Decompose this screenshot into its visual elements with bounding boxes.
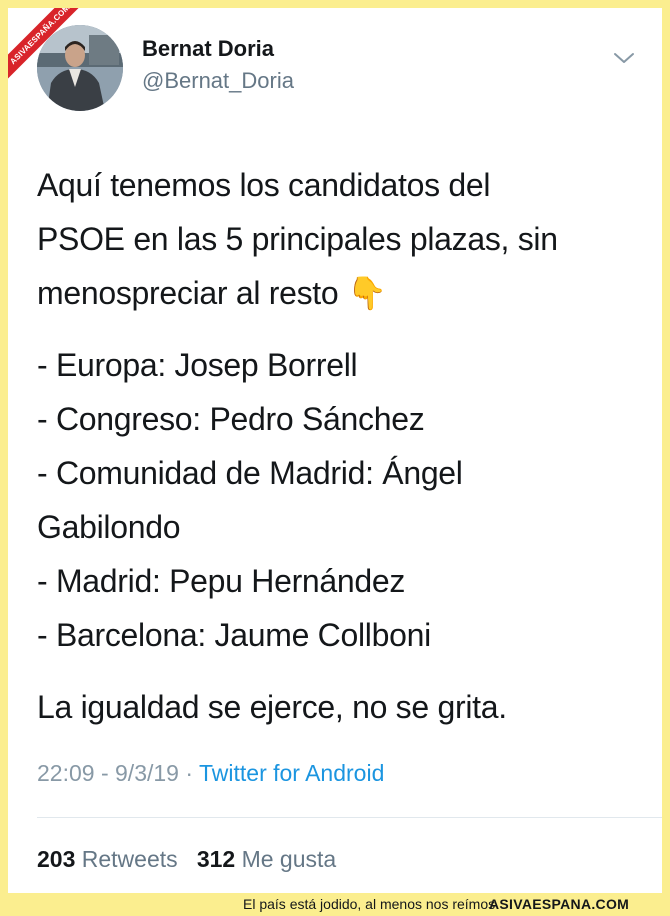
meta-separator: -: [100, 760, 116, 786]
tweet-line: Gabilondo: [37, 509, 181, 545]
tweet-date[interactable]: 9/3/19: [115, 760, 179, 786]
site-footer: El país está jodido, al menos nos reímos…: [0, 893, 670, 916]
avatar-photo: [37, 25, 123, 111]
avatar[interactable]: [37, 25, 123, 111]
footer-tagline: El país está jodido, al menos nos reímos: [243, 896, 496, 912]
chevron-down-icon[interactable]: [612, 46, 636, 70]
footer-brand[interactable]: ASIVAESPANA.COM: [489, 893, 629, 916]
tweet-line: La igualdad se ejerce, no se grita.: [37, 689, 507, 725]
author-handle[interactable]: @Bernat_Doria: [142, 68, 294, 94]
tweet-line: menospreciar al resto 👇: [37, 275, 387, 311]
tweet-line: - Europa: Josep Borrell: [37, 347, 358, 383]
tweet-line: PSOE en las 5 principales plazas, sin: [37, 221, 558, 257]
tweet-time[interactable]: 22:09: [37, 760, 95, 786]
divider: [37, 817, 662, 818]
likes-label: Me gusta: [241, 846, 337, 872]
retweets-label: Retweets: [81, 846, 178, 872]
tweet-line: Aquí tenemos los candidatos del: [37, 167, 491, 203]
retweets-count: 203: [37, 846, 76, 872]
tweet-source-link[interactable]: Twitter for Android: [199, 760, 384, 786]
author-name[interactable]: Bernat Doria: [142, 36, 274, 62]
tweet-card: ASIVAESPAÑA.COM Bernat Doria @Bernat_Dor…: [8, 8, 662, 893]
tweet-line: - Comunidad de Madrid: Ángel: [37, 455, 463, 491]
meta-separator: ·: [185, 760, 199, 786]
tweet-line: - Congreso: Pedro Sánchez: [37, 401, 425, 437]
tweet-line: - Madrid: Pepu Hernández: [37, 563, 406, 599]
likes-stat[interactable]: 312 Me gusta: [197, 846, 336, 872]
tweet-meta: 22:09 - 9/3/19 · Twitter for Android: [37, 760, 384, 787]
tweet-text: Aquí tenemos los candidatos del PSOE en …: [37, 158, 637, 734]
retweets-stat[interactable]: 203 Retweets: [37, 846, 178, 872]
likes-count: 312: [196, 846, 236, 872]
tweet-stats: 203 Retweets 312 Me gusta: [37, 846, 336, 873]
tweet-line: - Barcelona: Jaume Collboni: [37, 617, 431, 653]
